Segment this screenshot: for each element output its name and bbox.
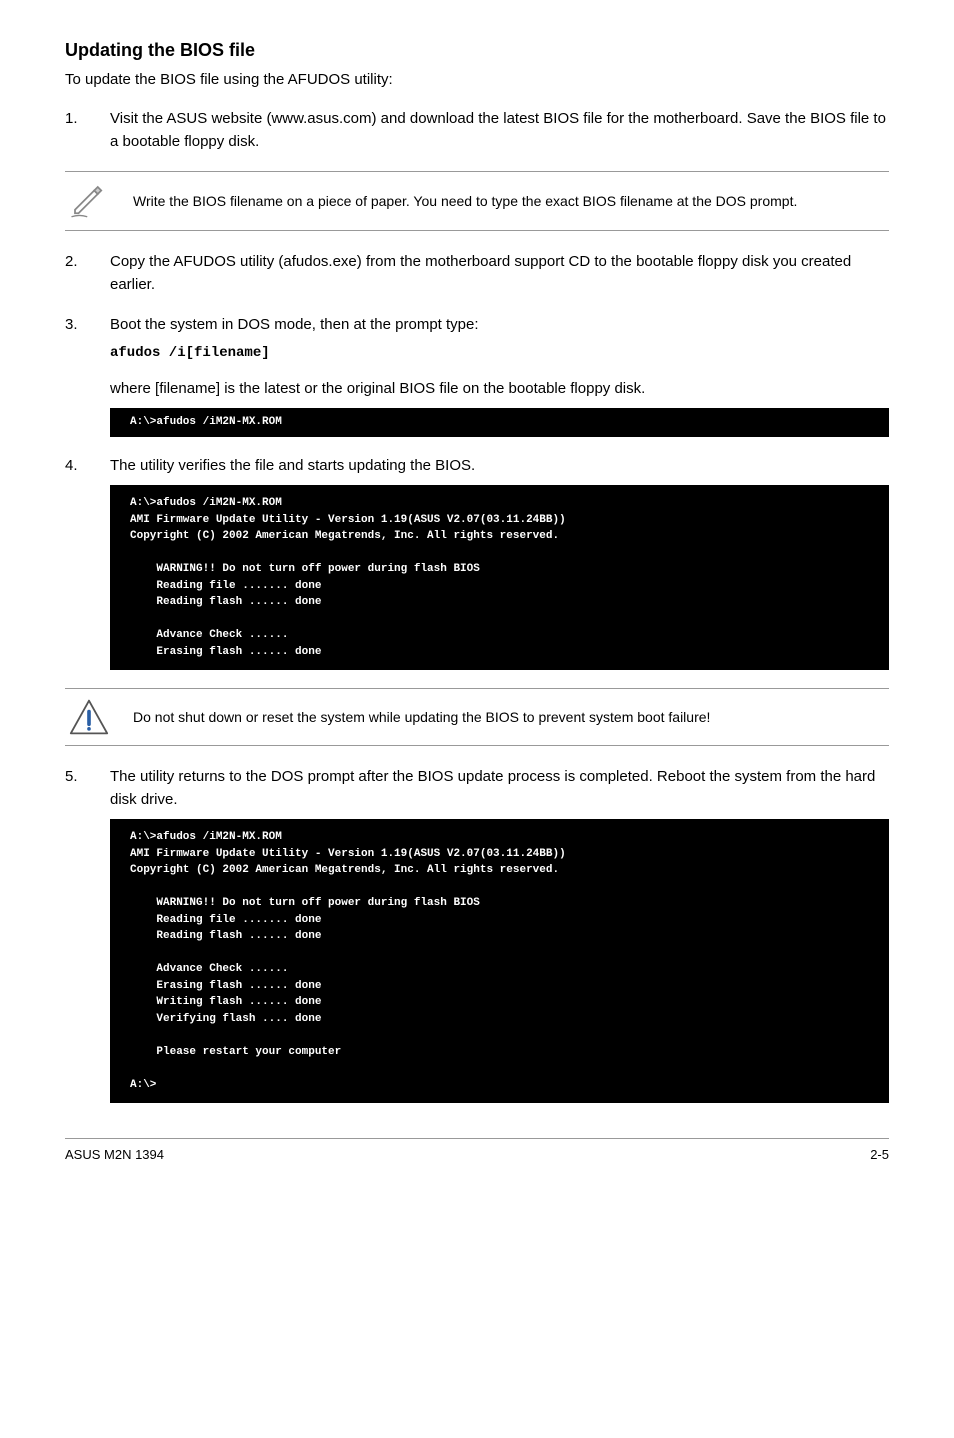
step-number: 3. bbox=[65, 314, 110, 400]
step-number: 1. bbox=[65, 108, 110, 153]
step-text: The utility returns to the DOS prompt af… bbox=[110, 766, 889, 811]
note-block-warning: Do not shut down or reset the system whi… bbox=[65, 688, 889, 746]
step-text-line: Boot the system in DOS mode, then at the… bbox=[110, 314, 889, 337]
terminal-output-3: A:\>afudos /iM2N-MX.ROM AMI Firmware Upd… bbox=[110, 819, 889, 1103]
warning-icon bbox=[65, 697, 113, 737]
step-text: The utility verifies the file and starts… bbox=[110, 455, 889, 478]
step-number: 2. bbox=[65, 251, 110, 296]
step-2: 2. Copy the AFUDOS utility (afudos.exe) … bbox=[65, 251, 889, 296]
step-text: Visit the ASUS website (www.asus.com) an… bbox=[110, 108, 889, 153]
step-text: Boot the system in DOS mode, then at the… bbox=[110, 314, 889, 400]
step-text: Copy the AFUDOS utility (afudos.exe) fro… bbox=[110, 251, 889, 296]
step-number: 4. bbox=[65, 455, 110, 478]
note-block-write-filename: Write the BIOS filename on a piece of pa… bbox=[65, 171, 889, 231]
section-heading: Updating the BIOS file bbox=[65, 40, 889, 61]
step-1: 1. Visit the ASUS website (www.asus.com)… bbox=[65, 108, 889, 153]
footer-right: 2-5 bbox=[870, 1147, 889, 1162]
terminal-output-1: A:\>afudos /iM2N-MX.ROM bbox=[110, 408, 889, 437]
step-4: 4. The utility verifies the file and sta… bbox=[65, 455, 889, 478]
pencil-icon bbox=[65, 180, 113, 222]
step-number: 5. bbox=[65, 766, 110, 811]
step-sub-text: where [filename] is the latest or the or… bbox=[110, 378, 889, 401]
page-footer: ASUS M2N 1394 2-5 bbox=[65, 1138, 889, 1162]
intro-text: To update the BIOS file using the AFUDOS… bbox=[65, 71, 889, 88]
terminal-output-2: A:\>afudos /iM2N-MX.ROM AMI Firmware Upd… bbox=[110, 485, 889, 670]
note-text: Do not shut down or reset the system whi… bbox=[133, 707, 889, 728]
step-5: 5. The utility returns to the DOS prompt… bbox=[65, 766, 889, 811]
step-3: 3. Boot the system in DOS mode, then at … bbox=[65, 314, 889, 400]
footer-left: ASUS M2N 1394 bbox=[65, 1147, 164, 1162]
note-text: Write the BIOS filename on a piece of pa… bbox=[133, 191, 889, 212]
command-text: afudos /i[filename] bbox=[110, 343, 889, 364]
